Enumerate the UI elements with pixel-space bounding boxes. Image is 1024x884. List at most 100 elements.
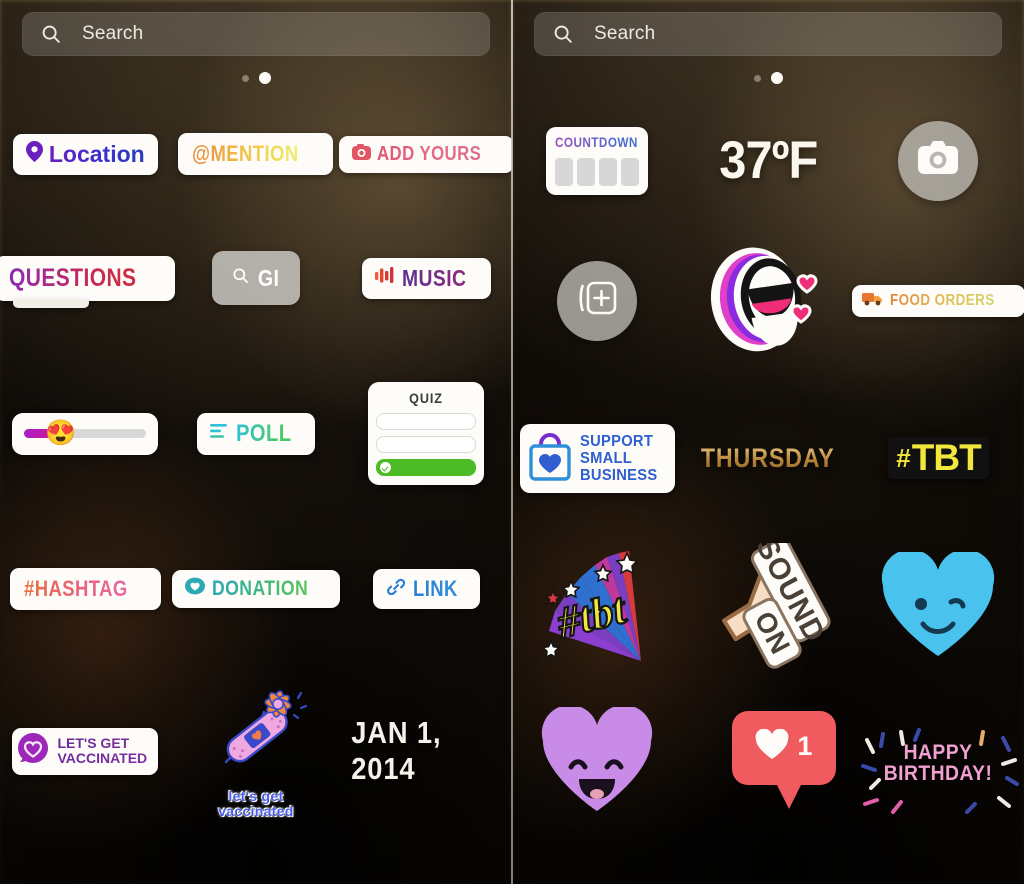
search-icon <box>552 23 574 45</box>
questions-sticker[interactable]: QUESTIONS <box>0 255 176 308</box>
donation-sticker-label: DONATION <box>212 576 309 600</box>
heart-in-speech-bubble-icon <box>16 732 50 771</box>
countdown-sticker[interactable]: COUNTDOWN <box>546 126 649 195</box>
lets-get-vaccinated-label: LET'S GET VACCINATED <box>57 736 147 766</box>
search-input[interactable]: Search <box>594 23 655 45</box>
sticker-cell: MUSIC <box>341 257 512 299</box>
quiz-sticker-title: QUIZ <box>409 390 444 406</box>
sticker-cell: SUPPORT SMALL BUSINESS <box>512 423 683 493</box>
hashtag-sticker[interactable]: #HASHTAG <box>9 567 161 610</box>
link-sticker-label: LINK <box>413 575 459 601</box>
sticker-row: 1 HAPPY BIRTHDAY! <box>512 688 1024 838</box>
map-pin-icon <box>25 141 43 167</box>
music-sticker-label: MUSIC <box>401 264 467 291</box>
quiz-option[interactable] <box>376 436 477 453</box>
tbt-block-label: TBT <box>911 437 982 478</box>
smiling-heart-icon[interactable] <box>541 704 653 820</box>
sticker-cell: let's get vaccinated <box>171 684 342 819</box>
link-sticker[interactable]: LINK <box>373 568 480 609</box>
page-dot-2[interactable] <box>770 72 783 84</box>
add-yours-sticker-label: ADD YOURS <box>376 142 482 165</box>
sticker-cell: Location <box>0 133 171 175</box>
open-mouth-hearts-icon[interactable] <box>703 236 833 365</box>
search-bar[interactable]: Search <box>534 12 1002 56</box>
food-orders-sticker[interactable]: FOOD ORDERS <box>852 284 1024 317</box>
sticker-row: Location @MENTION ADD YOURS <box>0 108 512 200</box>
poll-sticker[interactable]: POLL <box>196 412 315 455</box>
quiz-option[interactable] <box>376 413 477 430</box>
gif-sticker-label: GI <box>257 264 280 291</box>
support-small-business-label: SUPPORT SMALL BUSINESS <box>580 433 657 484</box>
ssb-line-2: SMALL <box>579 449 632 467</box>
search-icon <box>40 23 62 45</box>
page-dot-1[interactable] <box>753 74 761 82</box>
quiz-sticker[interactable]: QUIZ <box>368 382 485 485</box>
countdown-block <box>621 157 640 186</box>
vax-line-1: LET'S GET <box>57 735 130 751</box>
sticker-row: FOOD ORDERS <box>512 213 1024 388</box>
ssb-line-3: BUSINESS <box>579 466 658 484</box>
page-dots <box>0 72 512 84</box>
heart-icon <box>185 577 206 600</box>
poll-sticker-label: POLL <box>235 419 292 447</box>
like-notification-sticker[interactable]: 1 <box>730 709 836 818</box>
mention-sticker[interactable]: @MENTION <box>178 133 334 175</box>
sound-on-sticker[interactable]: SOUND ON <box>703 532 833 674</box>
food-orders-sticker-label: FOOD ORDERS <box>890 291 995 309</box>
add-yours-sticker[interactable]: ADD YOURS <box>338 135 512 173</box>
add-card-sticker-button[interactable] <box>557 260 638 341</box>
heart-eyes-emoji[interactable]: 😍 <box>45 421 76 446</box>
add-card-plus-icon <box>575 277 619 324</box>
sticker-cell: @MENTION <box>171 133 342 175</box>
countdown-block <box>577 157 596 186</box>
page-dot-2[interactable] <box>258 72 271 84</box>
sticker-row: #tbt SOUND ON <box>512 528 1024 688</box>
questions-sticker-label: QUESTIONS <box>9 263 137 292</box>
tbt-block-sticker[interactable]: # TBT <box>888 437 989 479</box>
sticker-row: #HASHTAG DONATION LINK <box>0 511 512 666</box>
search-bar[interactable]: Search <box>22 12 490 56</box>
donation-sticker[interactable]: DONATION <box>172 569 340 608</box>
vaccinated-sticker-label: let's get vaccinated <box>218 787 293 819</box>
sticker-cell: # TBT <box>853 437 1024 479</box>
sticker-row: COUNTDOWN 37ºF <box>512 108 1024 213</box>
camera-sticker-button[interactable] <box>898 120 979 201</box>
bandaid-flower-icon[interactable] <box>204 684 308 787</box>
quiz-option-correct[interactable] <box>376 459 477 476</box>
lets-get-vaccinated-badge[interactable]: LET'S GET VACCINATED <box>12 727 159 775</box>
tbt-starburst-sticker[interactable]: #tbt <box>533 543 661 674</box>
date-sticker[interactable]: JAN 1, 2014 <box>351 715 501 787</box>
panel-divider <box>511 0 513 884</box>
sticker-cell: 1 <box>683 709 854 818</box>
search-input[interactable]: Search <box>82 23 143 45</box>
emoji-slider-sticker[interactable]: 😍 <box>12 412 159 455</box>
winking-heart-icon[interactable] <box>879 548 997 665</box>
sticker-cell: LET'S GET VACCINATED <box>0 727 171 775</box>
location-sticker-label: Location <box>48 140 145 167</box>
delivery-truck-icon <box>862 291 884 311</box>
sticker-cell: LINK <box>341 568 512 609</box>
music-sticker[interactable]: MUSIC <box>361 257 492 299</box>
sticker-cell: QUESTIONS <box>0 255 176 308</box>
location-sticker[interactable]: Location <box>12 133 158 175</box>
vax-sticker-line-1: let's get <box>228 787 284 804</box>
page-dot-1[interactable] <box>241 74 249 82</box>
left-panel: Search Location @MENTION ADD YOURS QUEST… <box>0 0 512 884</box>
search-icon <box>231 266 250 290</box>
sticker-row: SUPPORT SMALL BUSINESS THURSDAY # TBT <box>512 388 1024 528</box>
sticker-cell: 37ºF <box>683 130 854 191</box>
sticker-row: LET'S GET VACCINATED let's get vaccinate… <box>0 666 512 836</box>
sticker-cell: SOUND ON <box>683 532 854 674</box>
page-dots <box>512 72 1024 84</box>
gif-sticker[interactable]: GI <box>211 251 300 305</box>
temperature-sticker[interactable]: 37ºF <box>719 130 818 191</box>
sticker-cell: #tbt <box>512 543 683 674</box>
support-small-business-sticker[interactable]: SUPPORT SMALL BUSINESS <box>519 423 675 493</box>
poll-bars-icon <box>209 423 229 444</box>
sticker-row: QUESTIONS GI MUSIC <box>0 200 512 356</box>
countdown-sticker-label: COUNTDOWN <box>555 133 639 150</box>
countdown-blocks <box>555 157 640 186</box>
thursday-sticker[interactable]: THURSDAY <box>701 443 835 474</box>
happy-birthday-sticker[interactable]: HAPPY BIRTHDAY! <box>861 728 1020 814</box>
sticker-cell: POLL <box>171 412 342 455</box>
